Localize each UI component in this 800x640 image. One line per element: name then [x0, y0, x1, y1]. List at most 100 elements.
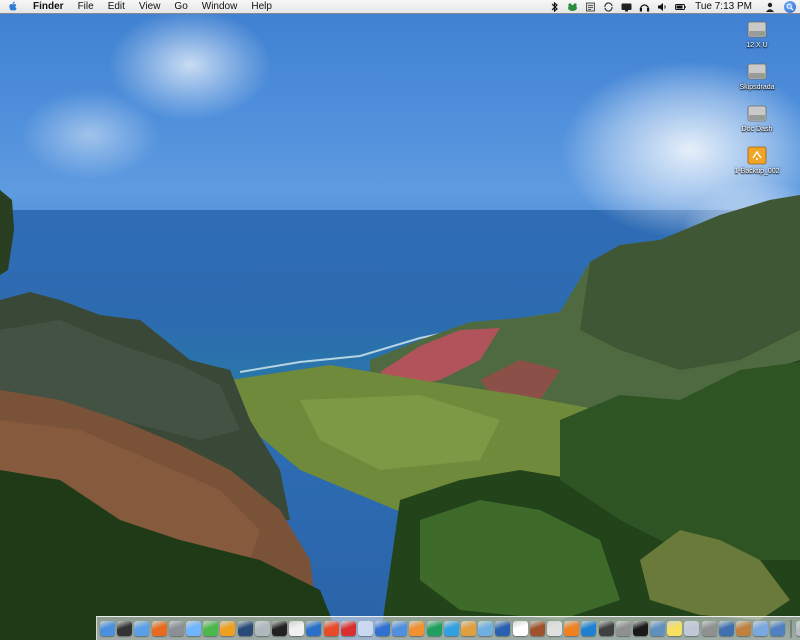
iphoto-icon: [478, 621, 494, 636]
dock-item-mail[interactable]: [683, 619, 700, 639]
photoshop-icon: [323, 621, 339, 636]
dock-item-quicktime[interactable]: [494, 619, 511, 639]
sync-icon[interactable]: [599, 0, 617, 14]
dock-item-ical[interactable]: [512, 619, 529, 639]
dock-item-monitor[interactable]: [769, 619, 786, 639]
dock-item-ical-sun[interactable]: [219, 619, 236, 639]
dock-item-adium[interactable]: [202, 619, 219, 639]
menu-view[interactable]: View: [132, 0, 168, 14]
hard-drive-icon: [747, 21, 767, 38]
dock-item-dashboard[interactable]: [116, 619, 133, 639]
dock-item-firefox[interactable]: [151, 619, 168, 639]
dock-separator: [789, 619, 792, 638]
preview-icon: [357, 621, 373, 636]
dock-item-calculator[interactable]: [615, 619, 632, 639]
dock-item-skype[interactable]: [443, 619, 460, 639]
activity-monitor-icon: [598, 621, 614, 636]
dock-item-garageband[interactable]: [460, 619, 477, 639]
display-icon[interactable]: [617, 0, 635, 14]
desktop-icon-label: 12 X U: [746, 42, 768, 49]
dock-item-itunes[interactable]: [391, 619, 408, 639]
menu-edit[interactable]: Edit: [101, 0, 132, 14]
dock-item-vlc[interactable]: [563, 619, 580, 639]
dock-item-activity-monitor[interactable]: [597, 619, 614, 639]
dock-item-system-preferences[interactable]: [168, 619, 185, 639]
desktop-wallpaper: [0, 0, 800, 640]
dock-item-documents-folder[interactable]: [752, 619, 769, 639]
app-store-icon: [375, 621, 391, 636]
desktop-icon-drive-4[interactable]: 1-Backup_002: [727, 146, 787, 175]
dock-item-disk-utility[interactable]: [254, 619, 271, 639]
dock-item-network-utility[interactable]: [237, 619, 254, 639]
mail-icon: [684, 621, 700, 636]
dock-item-ipod[interactable]: [546, 619, 563, 639]
quicktime-icon: [495, 621, 511, 636]
dock-item-pencil[interactable]: [305, 619, 322, 639]
calculator-icon: [615, 621, 631, 636]
system-preferences-icon: [168, 621, 184, 636]
printer-icon: [701, 621, 717, 636]
dock-item-grapher[interactable]: [649, 619, 666, 639]
dock-item-installer[interactable]: [735, 619, 752, 639]
dock-item-finder[interactable]: [99, 619, 116, 639]
garageband-icon: [461, 621, 477, 636]
itunes-icon: [392, 621, 408, 636]
network-utility-icon: [237, 621, 253, 636]
dock-item-printer[interactable]: [701, 619, 718, 639]
spotlight-button[interactable]: [780, 0, 800, 14]
spotlight-icon: [784, 0, 796, 13]
dock-item-trash[interactable]: [795, 619, 800, 639]
firefox-icon: [151, 621, 167, 636]
textedit-icon: [289, 621, 305, 636]
dock-item-safari[interactable]: [133, 619, 150, 639]
dock-item-address-book[interactable]: [529, 619, 546, 639]
dock-item-illustrator[interactable]: [408, 619, 425, 639]
bluetooth-icon[interactable]: [545, 0, 563, 14]
grapher-icon: [650, 621, 666, 636]
dock-item-photoshop[interactable]: [322, 619, 339, 639]
menu-app-finder[interactable]: Finder: [26, 0, 71, 14]
menu-help[interactable]: Help: [244, 0, 279, 14]
desktop-icon-label: Skipsdrada: [739, 84, 775, 91]
menu-go[interactable]: Go: [167, 0, 194, 14]
dock-item-console[interactable]: [632, 619, 649, 639]
terminal-icon: [271, 621, 287, 636]
ical-icon: [512, 621, 528, 636]
dreamweaver-icon: [426, 621, 442, 636]
dock-item-iphoto[interactable]: [477, 619, 494, 639]
skype-icon: [443, 621, 459, 636]
battery-icon[interactable]: [671, 0, 689, 14]
menu-clock[interactable]: Tue 7:13 PM: [689, 0, 760, 14]
frog-icon[interactable]: [563, 0, 581, 14]
dock-item-dreamweaver[interactable]: [426, 619, 443, 639]
volume-icon[interactable]: [653, 0, 671, 14]
dock-item-app-store[interactable]: [374, 619, 391, 639]
dock-item-stickies[interactable]: [666, 619, 683, 639]
landscape-illustration: [0, 190, 800, 640]
desktop-icon-drive-3[interactable]: Doc Dash: [727, 104, 787, 133]
user-icon[interactable]: [760, 0, 780, 14]
dock-item-textedit[interactable]: [288, 619, 305, 639]
desktop-icon-drive-1[interactable]: 12 X U: [727, 20, 787, 49]
ichat-icon: [186, 621, 202, 636]
dock-item-web-browser[interactable]: [580, 619, 597, 639]
stickies-icon: [667, 621, 683, 636]
firewire-drive-icon: [747, 146, 767, 165]
dock-item-terminal[interactable]: [271, 619, 288, 639]
menu-file[interactable]: File: [71, 0, 101, 14]
apple-menu[interactable]: [0, 0, 26, 14]
desktop-icon-label: 1-Backup_002: [734, 168, 780, 175]
dock-item-ichat[interactable]: [185, 619, 202, 639]
dock-item-acrobat[interactable]: [340, 619, 357, 639]
desktop-icon-drive-2[interactable]: Skipsdrada: [727, 62, 787, 91]
ical-sun-icon: [220, 621, 236, 636]
finder-icon: [100, 621, 116, 636]
dock-item-preview[interactable]: [357, 619, 374, 639]
headphones-icon[interactable]: [635, 0, 653, 14]
illustrator-icon: [409, 621, 425, 636]
monitor-icon: [770, 621, 786, 636]
dock-item-network[interactable]: [718, 619, 735, 639]
hard-drive-icon: [747, 105, 767, 122]
menu-window[interactable]: Window: [195, 0, 245, 14]
script-icon[interactable]: [581, 0, 599, 14]
